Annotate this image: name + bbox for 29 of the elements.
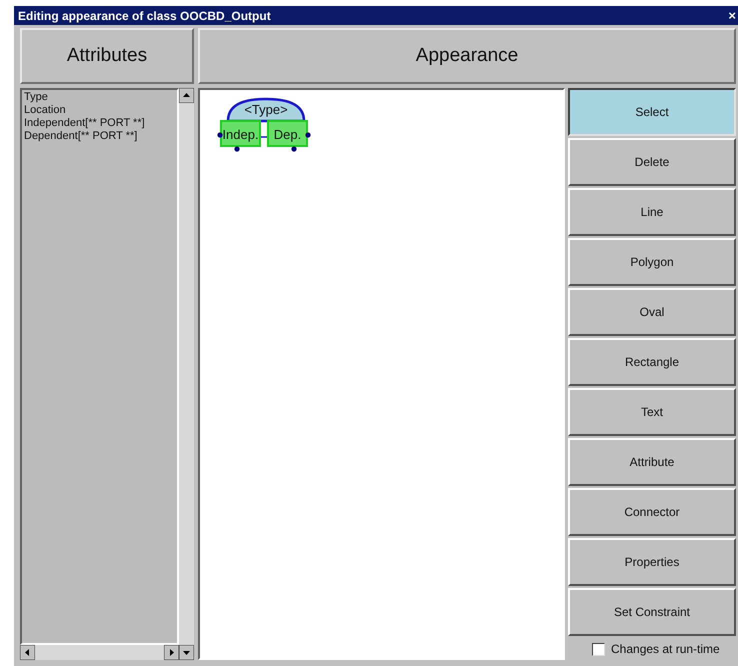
- tool-button[interactable]: Set Constraint: [568, 588, 736, 636]
- close-button[interactable]: ×: [726, 8, 738, 23]
- class-shape-drawing[interactable]: <Type> Indep. Dep.: [210, 93, 330, 163]
- checkbox-label: Changes at run-time: [611, 642, 720, 656]
- tool-button[interactable]: Line: [568, 188, 736, 236]
- drawing-canvas[interactable]: <Type> Indep. Dep.: [198, 88, 565, 660]
- horizontal-scrollbar[interactable]: [20, 645, 179, 660]
- tool-button[interactable]: Polygon: [568, 238, 736, 286]
- attribute-item[interactable]: Independent[** PORT **]: [24, 117, 175, 130]
- checkbox[interactable]: [592, 642, 605, 656]
- scroll-down-icon[interactable]: [179, 645, 194, 660]
- column-header: Attributes: [20, 28, 194, 84]
- column-header: Appearance: [198, 28, 736, 84]
- scroll-right-icon[interactable]: [164, 645, 179, 660]
- scroll-up-icon[interactable]: [179, 88, 194, 103]
- tool-button[interactable]: Select: [568, 88, 736, 136]
- window-title: Editing appearance of class OOCBD_Output: [18, 8, 271, 22]
- tool-button[interactable]: Text: [568, 388, 736, 436]
- tool-button[interactable]: Properties: [568, 538, 736, 586]
- tool-button[interactable]: Connector: [568, 488, 736, 536]
- vertical-scrollbar[interactable]: [179, 88, 194, 645]
- tool-button[interactable]: Delete: [568, 138, 736, 186]
- attribute-item[interactable]: Location: [24, 104, 175, 117]
- tool-button[interactable]: Attribute: [568, 438, 736, 486]
- scroll-left-icon[interactable]: [20, 645, 35, 660]
- attribute-item[interactable]: Type: [24, 91, 175, 104]
- tool-button[interactable]: Rectangle: [568, 338, 736, 386]
- attribute-item[interactable]: Dependent[** PORT **]: [24, 130, 175, 143]
- tool-button[interactable]: Oval: [568, 288, 736, 336]
